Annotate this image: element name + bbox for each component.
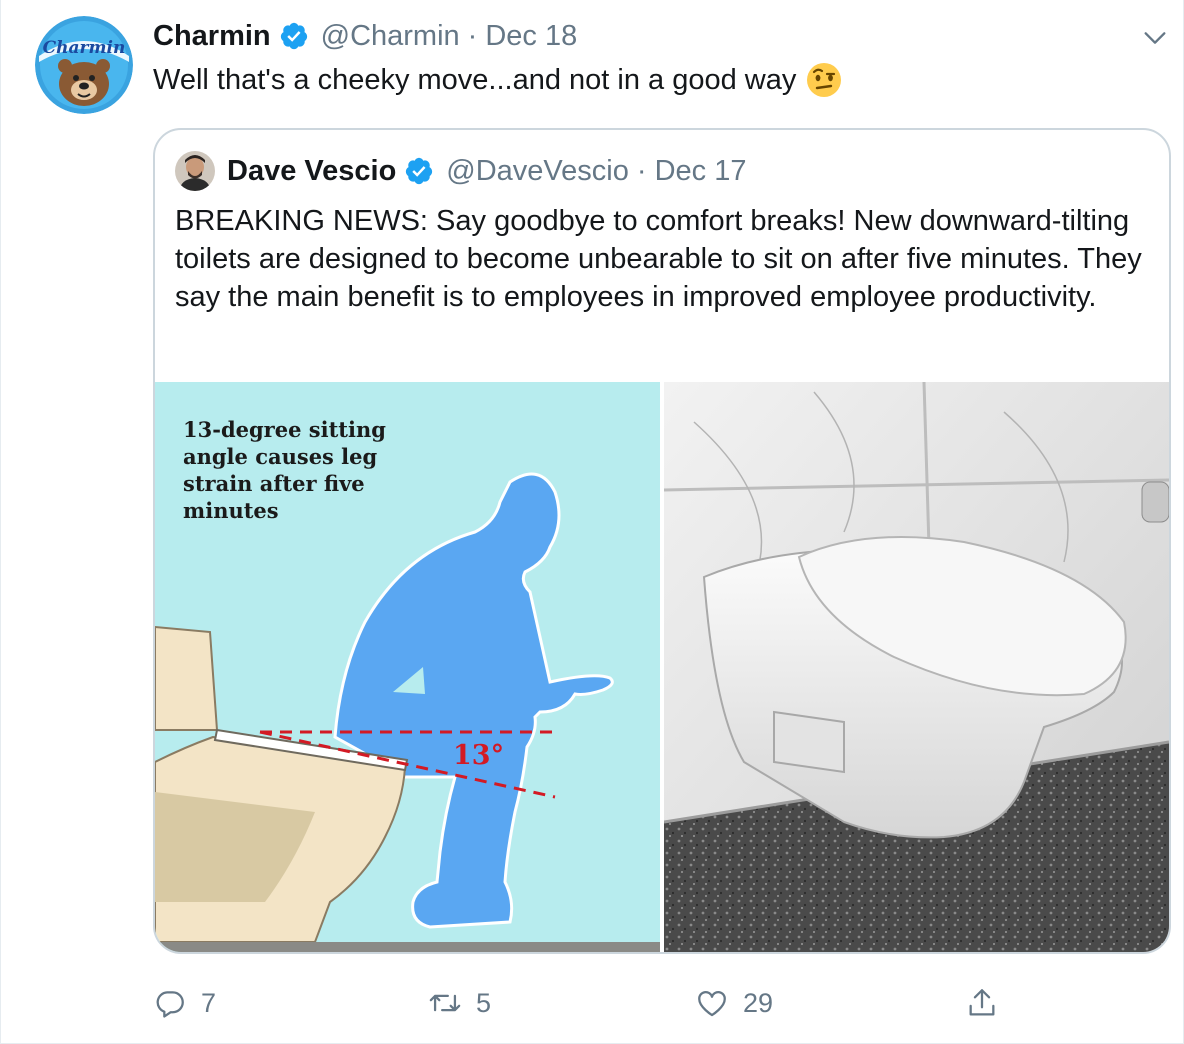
quoted-tweet[interactable]: Dave Vescio @DaveVescio · Dec 17 BREAKIN…: [153, 128, 1171, 954]
like-count: 29: [743, 987, 774, 1018]
toilet-angle-illustration[interactable]: 13-degree sitting angle causes leg strai…: [155, 382, 660, 952]
charmin-logo-text: Charmin: [43, 38, 126, 58]
raised-eyebrow-emoji-icon: [806, 62, 842, 98]
quoted-tweet-media[interactable]: 13-degree sitting angle causes leg strai…: [155, 382, 1169, 952]
tweet-actions: 7 5 29: [153, 980, 1153, 1026]
charmin-avatar[interactable]: Charmin: [35, 16, 133, 114]
quoted-author-name[interactable]: Dave Vescio: [227, 155, 396, 188]
like-button[interactable]: 29: [695, 980, 773, 1026]
tweet-text-row: Well that's a cheeky move...and not in a…: [153, 60, 842, 100]
share-icon: [969, 989, 995, 1016]
author-handle[interactable]: @Charmin: [321, 20, 460, 53]
toilet-photo-graphic: [664, 382, 1169, 952]
share-button[interactable]: [965, 980, 999, 1026]
author-name[interactable]: Charmin: [153, 20, 271, 53]
quoted-tweet-date[interactable]: Dec 17: [655, 155, 747, 188]
reply-icon: [156, 991, 184, 1018]
quoted-header-separator: ·: [636, 154, 647, 187]
retweet-icon: [429, 994, 461, 1012]
tweet-card[interactable]: Charmin Charmin @Charmin · Dec 18 Well t…: [0, 0, 1184, 1044]
quoted-tweet-text: BREAKING NEWS: Say goodbye to comfort br…: [175, 205, 1142, 313]
tweet-header: Charmin @Charmin · Dec 18: [153, 18, 577, 54]
tweet-text: Well that's a cheeky move...and not in a…: [153, 64, 797, 96]
charmin-logo: Charmin: [35, 16, 133, 114]
tilted-toilet-photo[interactable]: [664, 382, 1169, 952]
reply-button[interactable]: 7: [153, 980, 216, 1026]
dave-vescio-avatar[interactable]: [175, 151, 215, 191]
header-separator: ·: [467, 19, 478, 52]
reply-count: 7: [201, 987, 217, 1018]
angle-label: 13°: [453, 740, 505, 771]
like-icon: [698, 990, 726, 1017]
illustration-caption: 13-degree sitting angle causes leg strai…: [183, 417, 386, 523]
quoted-tweet-header: Dave Vescio @DaveVescio · Dec 17: [175, 150, 746, 192]
retweet-count: 5: [476, 987, 492, 1018]
verified-badge-icon: [279, 21, 309, 51]
retweet-button[interactable]: 5: [428, 980, 491, 1026]
tweet-date[interactable]: Dec 18: [485, 20, 577, 53]
verified-badge-icon: [404, 156, 434, 186]
chevron-down-icon[interactable]: [1141, 24, 1169, 52]
quoted-author-handle[interactable]: @DaveVescio: [446, 155, 629, 188]
